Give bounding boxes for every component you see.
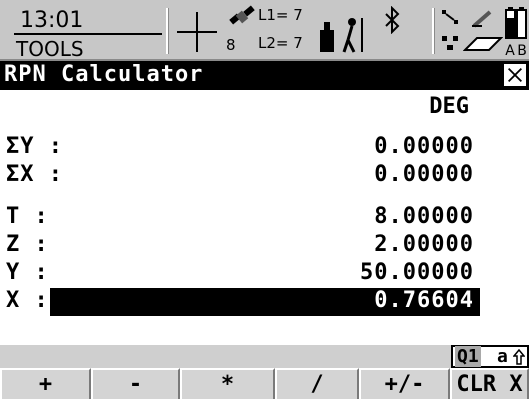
rover-icon (320, 18, 363, 53)
l2-count: L2= 7 (258, 34, 303, 52)
input-status-bar: Q1 a (0, 345, 529, 368)
title-bar: RPN Calculator (0, 61, 529, 90)
divider (432, 8, 434, 54)
stack-x-label: X : (6, 288, 49, 313)
battery-b-label: B (517, 43, 527, 58)
sum-y-value: 0.00000 (374, 134, 474, 159)
close-icon[interactable] (504, 64, 526, 86)
sum-x-row: ΣX : 0.00000 (0, 162, 529, 190)
bluetooth-icon (385, 6, 400, 34)
stack-z-row: Z : 2.00000 (0, 232, 529, 260)
crosshair-icon (177, 12, 217, 52)
pen-icon (472, 10, 492, 28)
shift-icon (513, 349, 525, 365)
f4-divide-button[interactable]: / (275, 368, 359, 399)
sum-y-row: ΣY : 0.00000 (0, 134, 529, 162)
f3-multiply-button[interactable]: * (180, 368, 275, 399)
keyboard-indicator: Q1 a (451, 345, 529, 368)
memory-card-icon (463, 37, 503, 51)
stack-y-value: 50.00000 (360, 260, 474, 285)
stack-t-label: T : (6, 204, 49, 229)
stack-z-value: 2.00000 (374, 232, 474, 257)
radio-icon (442, 10, 458, 24)
satellite-icon (229, 5, 255, 25)
stack-t-row: T : 8.00000 (0, 204, 529, 232)
network-icon (442, 36, 458, 50)
l1-count: L1= 7 (258, 6, 303, 24)
keyboard-mode: Q1 (455, 346, 481, 367)
battery-a-label: A (505, 43, 515, 58)
stack-x-row[interactable]: X : 0.76604 (0, 288, 529, 316)
clock: 13:01 (20, 8, 84, 33)
stack-y-row: Y : 50.00000 (0, 260, 529, 288)
time-panel: 13:01 TOOLS (8, 6, 162, 61)
stack-z-label: Z : (6, 232, 49, 257)
f2-minus-button[interactable]: - (91, 368, 180, 399)
gnss-status: L1= 7 8 L2= 7 (226, 4, 316, 56)
app-mode-label: TOOLS (16, 37, 84, 61)
battery-icon: A B (505, 7, 527, 58)
f1-plus-button[interactable]: + (0, 368, 91, 399)
keyboard-case: a (497, 346, 508, 367)
function-key-bar: + - * / +/- CLR X (0, 368, 529, 399)
sum-x-value: 0.00000 (374, 162, 474, 187)
stack-t-value: 8.00000 (374, 204, 474, 229)
stack-y-label: Y : (6, 260, 49, 285)
angle-mode: DEG (429, 94, 469, 119)
stack-x-value: 0.76604 (374, 288, 474, 313)
window-title: RPN Calculator (4, 62, 204, 87)
satellite-count: 8 (226, 36, 236, 54)
sum-x-label: ΣX : (6, 162, 63, 187)
divider (166, 8, 168, 54)
f6-clear-x-button[interactable]: CLR X (450, 368, 529, 399)
f5-change-sign-button[interactable]: +/- (359, 368, 450, 399)
sum-y-label: ΣY : (6, 134, 63, 159)
calculator-panel: DEG ΣY : 0.00000 ΣX : 0.00000 T : 8.0000… (0, 90, 529, 326)
time-separator (14, 33, 162, 35)
status-bar: 13:01 TOOLS L1= 7 8 L2= 7 A B (0, 0, 529, 61)
